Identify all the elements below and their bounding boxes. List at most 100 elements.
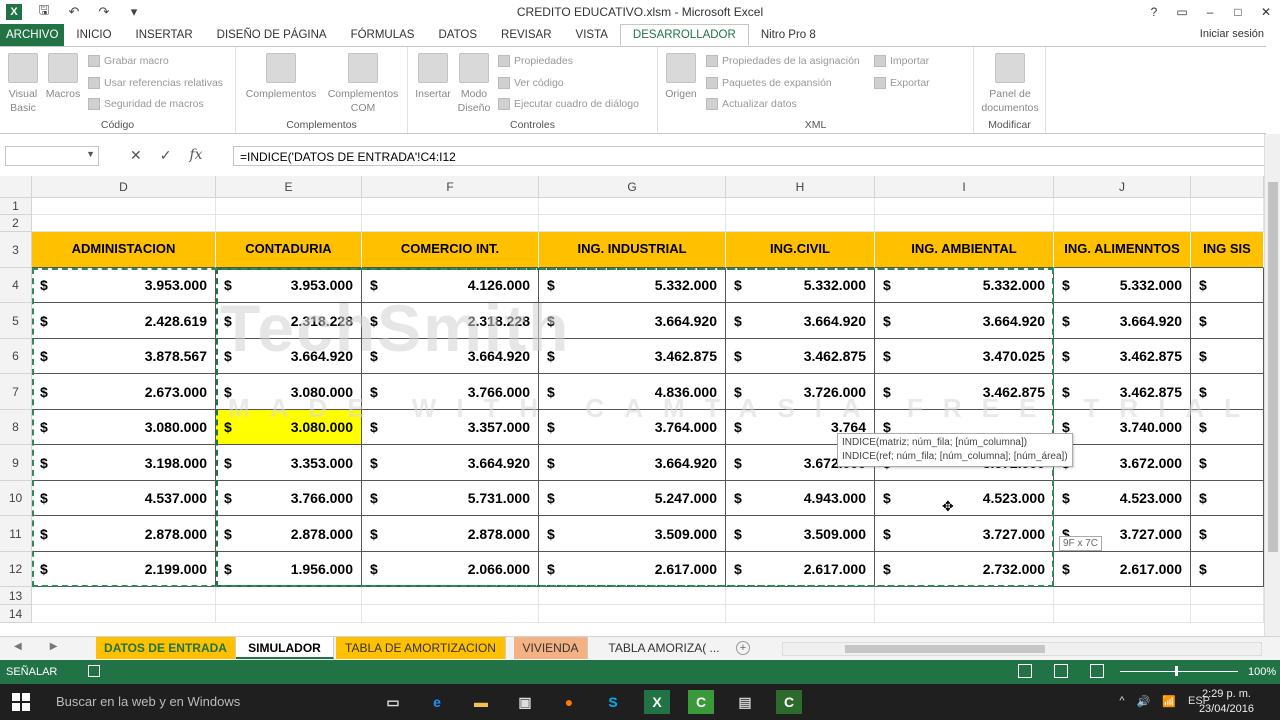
cell[interactable] bbox=[362, 215, 539, 232]
signin-link[interactable]: Iniciar sesión bbox=[1200, 28, 1264, 40]
chevron-down-icon[interactable]: ▼ bbox=[86, 149, 95, 159]
close-button[interactable]: ✕ bbox=[1252, 0, 1280, 24]
table-cell[interactable]: $3.672.000 bbox=[1054, 445, 1191, 481]
table-cell[interactable]: $3.664.920 bbox=[362, 445, 539, 481]
next-sheet-icon[interactable]: ▶ bbox=[50, 641, 58, 652]
minimize-button[interactable]: – bbox=[1196, 0, 1224, 24]
propiedades-asignacion-button[interactable]: Propiedades de la asignación bbox=[706, 55, 860, 67]
table-cell[interactable]: $4.126.000 bbox=[362, 268, 539, 303]
add-sheet-icon[interactable]: + bbox=[736, 641, 750, 655]
cell[interactable] bbox=[875, 587, 1054, 605]
table-cell[interactable]: $3.664.920 bbox=[726, 303, 875, 339]
cell[interactable] bbox=[726, 605, 875, 623]
row-header[interactable]: 14 bbox=[0, 605, 32, 623]
table-cell[interactable]: $1.956.000 bbox=[216, 552, 362, 587]
table-cell[interactable]: $3.764.000 bbox=[539, 410, 726, 445]
task-view-icon[interactable]: ▭ bbox=[380, 690, 406, 714]
table-cell[interactable]: $5.731.000 bbox=[362, 481, 539, 516]
page-break-view-icon[interactable] bbox=[1090, 664, 1104, 678]
cancel-formula-button[interactable]: ✕ bbox=[130, 147, 142, 164]
cell[interactable] bbox=[539, 198, 726, 215]
row-header[interactable]: 7 bbox=[0, 374, 32, 410]
table-cell[interactable]: $3.740.000 bbox=[1054, 410, 1191, 445]
table-cell[interactable]: $ bbox=[1191, 374, 1264, 410]
seguridad-macros-button[interactable]: Seguridad de macros bbox=[88, 98, 204, 110]
table-cell[interactable]: $3.664.920 bbox=[1054, 303, 1191, 339]
paquetes-expansion-button[interactable]: Paquetes de expansión bbox=[706, 77, 832, 89]
firefox-icon[interactable]: ● bbox=[556, 690, 582, 714]
table-cell[interactable]: $2.878.000 bbox=[216, 516, 362, 552]
select-all-corner[interactable] bbox=[0, 176, 32, 198]
table-cell[interactable]: $ bbox=[1191, 339, 1264, 374]
row-header[interactable]: 13 bbox=[0, 587, 32, 605]
table-cell[interactable]: $3.664.920 bbox=[539, 303, 726, 339]
row-header[interactable]: 3 bbox=[0, 232, 32, 268]
panel-documentos-button[interactable]: Panel de documentos bbox=[978, 53, 1042, 115]
spreadsheet-grid[interactable]: D E F G H I J 1 2 3 4 5 6 7 8 9 10 11 12 13 14 ADMINISTACION C… bbox=[0, 176, 1264, 636]
table-cell[interactable]: $3.878.567 bbox=[32, 339, 216, 374]
save-icon[interactable]: 🖫 bbox=[36, 2, 52, 20]
table-header-cell[interactable]: CONTADURIA bbox=[216, 232, 362, 268]
table-cell[interactable]: $3.766.000 bbox=[216, 481, 362, 516]
cell[interactable] bbox=[1191, 215, 1264, 232]
cell[interactable] bbox=[1191, 587, 1264, 605]
cell[interactable] bbox=[875, 215, 1054, 232]
cell[interactable] bbox=[1054, 605, 1191, 623]
tab-desarrollador[interactable]: DESARROLLADOR bbox=[619, 24, 749, 46]
column-header[interactable]: J bbox=[1054, 176, 1191, 198]
volume-icon[interactable]: 🔊 bbox=[1137, 695, 1151, 708]
table-cell[interactable]: $3.080.000 bbox=[216, 410, 362, 445]
ver-codigo-button[interactable]: Ver código bbox=[498, 77, 564, 89]
table-cell[interactable]: $3.462.875 bbox=[1054, 374, 1191, 410]
table-cell[interactable]: $ bbox=[1191, 481, 1264, 516]
chevron-up-icon[interactable]: ^ bbox=[1119, 695, 1124, 708]
grabar-macro-button[interactable]: Grabar macro bbox=[88, 55, 169, 67]
horizontal-scrollbar[interactable] bbox=[782, 642, 1262, 656]
origen-button[interactable]: Origen bbox=[662, 53, 700, 101]
cell[interactable] bbox=[362, 587, 539, 605]
table-cell[interactable]: $3.664.920 bbox=[216, 339, 362, 374]
help-button[interactable]: ? bbox=[1140, 0, 1168, 24]
row-header[interactable]: 4 bbox=[0, 268, 32, 303]
table-cell[interactable]: $4.943.000 bbox=[726, 481, 875, 516]
table-header-cell[interactable]: ING. INDUSTRIAL bbox=[539, 232, 726, 268]
table-cell[interactable]: $3.080.000 bbox=[32, 410, 216, 445]
page-layout-view-icon[interactable] bbox=[1054, 664, 1068, 678]
table-header-cell[interactable]: ING.CIVIL bbox=[726, 232, 875, 268]
actualizar-datos-button[interactable]: Actualizar datos bbox=[706, 98, 797, 110]
customize-qat-icon[interactable]: ▾ bbox=[126, 4, 142, 20]
insertar-control-button[interactable]: Insertar bbox=[412, 53, 454, 101]
cell[interactable] bbox=[875, 198, 1054, 215]
table-cell[interactable]: $3.462.875 bbox=[1054, 339, 1191, 374]
camtasia-icon[interactable]: C bbox=[688, 690, 714, 714]
tab-inicio[interactable]: INICIO bbox=[64, 24, 123, 46]
cell[interactable] bbox=[539, 215, 726, 232]
camtasia-recorder-icon[interactable]: C bbox=[776, 690, 802, 714]
row-header[interactable]: 6 bbox=[0, 339, 32, 374]
complementos-button[interactable]: Complementos bbox=[242, 53, 320, 101]
cell[interactable] bbox=[1191, 605, 1264, 623]
tab-revisar[interactable]: REVISAR bbox=[489, 24, 564, 46]
table-cell[interactable]: $5.332.000 bbox=[1054, 268, 1191, 303]
table-cell[interactable]: $ bbox=[1191, 552, 1264, 587]
network-icon[interactable]: 📶 bbox=[1162, 695, 1176, 708]
table-cell[interactable]: $3.080.000 bbox=[216, 374, 362, 410]
zoom-level[interactable]: 100% bbox=[1248, 666, 1276, 678]
table-cell[interactable]: $3.664.920 bbox=[875, 303, 1054, 339]
cell[interactable] bbox=[362, 198, 539, 215]
table-cell[interactable]: $4.836.000 bbox=[539, 374, 726, 410]
row-header[interactable]: 11 bbox=[0, 516, 32, 552]
column-header[interactable]: I bbox=[875, 176, 1054, 198]
insert-function-button[interactable]: fx bbox=[189, 147, 202, 164]
complementos-com-button[interactable]: Complementos COM bbox=[324, 53, 402, 115]
row-header[interactable]: 1 bbox=[0, 198, 32, 215]
table-cell[interactable]: $ bbox=[1191, 410, 1264, 445]
file-explorer-icon[interactable]: ▬ bbox=[468, 690, 494, 714]
row-header[interactable]: 12 bbox=[0, 552, 32, 587]
vertical-scroll-thumb[interactable] bbox=[1268, 182, 1278, 552]
column-header[interactable]: F bbox=[362, 176, 539, 198]
table-cell[interactable]: $3.462.875 bbox=[875, 374, 1054, 410]
cell[interactable] bbox=[726, 215, 875, 232]
table-cell[interactable]: $3.509.000 bbox=[726, 516, 875, 552]
formula-input[interactable]: =INDICE('DATOS DE ENTRADA'!C4:I12 bbox=[233, 146, 1273, 166]
